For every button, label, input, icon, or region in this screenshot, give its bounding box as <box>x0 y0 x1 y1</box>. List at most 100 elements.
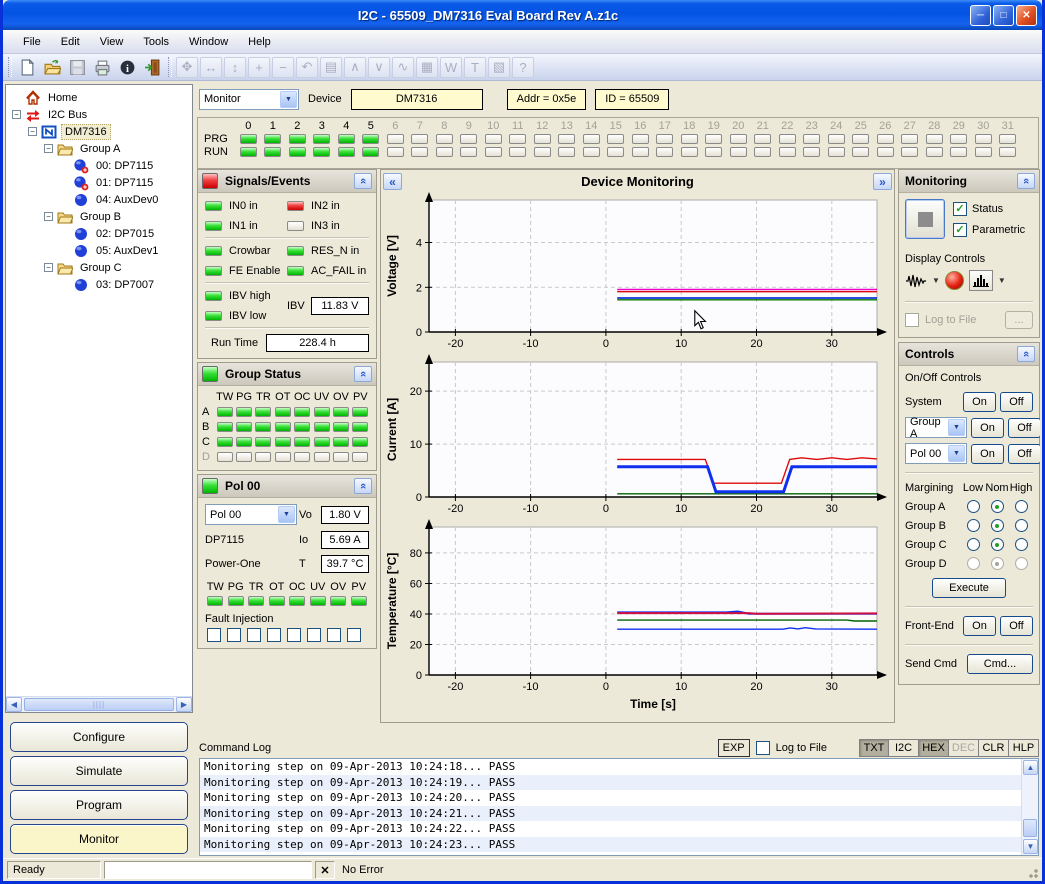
collapse-chevron-icon[interactable]: « <box>354 478 372 494</box>
group-d-nom-radio[interactable] <box>991 557 1004 570</box>
scroll-down-icon[interactable]: ▼ <box>1023 839 1038 854</box>
scroll-right-icon[interactable]: ▶ <box>176 697 192 712</box>
pol-00-select[interactable]: Pol 00▼ <box>905 443 967 464</box>
fault-injection-checkbox[interactable] <box>207 628 221 642</box>
group-c-low-radio[interactable] <box>967 538 980 551</box>
tree-item-03-dp7007[interactable]: 03: DP7007 <box>8 276 190 293</box>
copy-plot-icon[interactable]: ▧ <box>488 57 510 78</box>
zoom-out-icon[interactable]: − <box>272 57 294 78</box>
toolbar-grip[interactable] <box>168 57 172 77</box>
menu-edit[interactable]: Edit <box>51 33 90 51</box>
tree-item-group-b[interactable]: − Group B <box>8 208 190 225</box>
toolbar-grip[interactable] <box>8 57 12 77</box>
log-txt-button[interactable]: TXT <box>859 739 889 757</box>
log-vertical-scrollbar[interactable]: ▲ ▼ <box>1021 759 1038 855</box>
grid-icon[interactable]: ▦ <box>416 57 438 78</box>
menu-window[interactable]: Window <box>179 33 238 51</box>
histogram-style-button[interactable] <box>969 270 993 291</box>
system-on-button[interactable]: On <box>963 392 996 412</box>
clear-error-icon[interactable]: ✕ <box>315 861 335 879</box>
marker-w-icon[interactable]: W <box>440 57 462 78</box>
tree-expander-icon[interactable]: − <box>28 127 37 136</box>
group-b-high-radio[interactable] <box>1015 519 1028 532</box>
nav-monitor-button[interactable]: Monitor <box>10 824 188 854</box>
pol-00-on-button[interactable]: On <box>971 444 1004 464</box>
tree-item-05-auxdev1[interactable]: 05: AuxDev1 <box>8 242 190 259</box>
fault-injection-checkbox[interactable] <box>267 628 281 642</box>
chevron-down-icon[interactable]: ▼ <box>948 445 965 462</box>
log-hex-button[interactable]: HEX <box>919 739 949 757</box>
tree-horizontal-scrollbar[interactable]: ◀ |||| ▶ <box>6 696 192 712</box>
group-b-nom-radio[interactable] <box>991 519 1004 532</box>
open-file-icon[interactable] <box>41 56 64 79</box>
group-a-high-radio[interactable] <box>1015 500 1028 513</box>
tree-item-dm7316[interactable]: − DM7316 <box>8 123 190 140</box>
chevron-down-icon[interactable]: ▼ <box>278 506 295 523</box>
zoom-vertical-icon[interactable]: ↕ <box>224 57 246 78</box>
title-bar[interactable]: I2C - 65509_DM7316 Eval Board Rev A.z1c … <box>3 0 1042 30</box>
zoom-horizontal-icon[interactable]: ↔ <box>200 57 222 78</box>
group-b-low-radio[interactable] <box>967 519 980 532</box>
collapse-chevron-icon[interactable]: « <box>354 173 372 189</box>
export-button[interactable]: EXP <box>718 739 750 757</box>
front-end-off-button[interactable]: Off <box>1000 616 1033 636</box>
group-a-off-button[interactable]: Off <box>1008 418 1040 438</box>
tree-item-04-auxdev0[interactable]: 04: AuxDev0 <box>8 191 190 208</box>
tree-item-group-c[interactable]: − Group C <box>8 259 190 276</box>
log-to-file-checkbox[interactable] <box>756 741 770 755</box>
collapse-chevron-icon[interactable]: « <box>354 366 372 382</box>
send-cmd-button[interactable]: Cmd... <box>967 654 1033 674</box>
fault-injection-checkbox[interactable] <box>227 628 241 642</box>
save-file-icon[interactable] <box>66 56 89 79</box>
parametric-checkbox[interactable]: ✓ <box>953 223 967 237</box>
pol-select[interactable]: Pol 00 ▼ <box>205 504 297 525</box>
print-icon[interactable] <box>91 56 114 79</box>
new-file-icon[interactable] <box>16 56 39 79</box>
nav-program-button[interactable]: Program <box>10 790 188 820</box>
zoom-in-icon[interactable]: + <box>248 57 270 78</box>
scroll-thumb[interactable]: |||| <box>24 698 174 711</box>
tree-item-group-a[interactable]: − Group A <box>8 140 190 157</box>
chevron-down-icon[interactable]: ▼ <box>998 276 1006 285</box>
nav-simulate-button[interactable]: Simulate <box>10 756 188 786</box>
minimize-button[interactable]: ─ <box>970 5 991 26</box>
stop-monitoring-button[interactable] <box>905 199 945 239</box>
group-c-nom-radio[interactable] <box>991 538 1004 551</box>
waveform-style-icon[interactable] <box>905 274 927 288</box>
nav-configure-button[interactable]: Configure <box>10 722 188 752</box>
collapse-chevron-icon[interactable]: « <box>1017 346 1035 362</box>
tree-item-01-dp7115[interactable]: 01: DP7115 <box>8 174 190 191</box>
system-off-button[interactable]: Off <box>1000 392 1033 412</box>
log-hlp-button[interactable]: HLP <box>1009 739 1039 757</box>
menu-tools[interactable]: Tools <box>133 33 179 51</box>
monitor-log-checkbox[interactable] <box>905 313 919 327</box>
tree-item-home[interactable]: Home <box>8 89 190 106</box>
group-a-low-radio[interactable] <box>967 500 980 513</box>
group-d-low-radio[interactable] <box>967 557 980 570</box>
menu-file[interactable]: File <box>13 33 51 51</box>
chevron-down-icon[interactable]: ▼ <box>948 419 965 436</box>
exit-icon[interactable] <box>141 56 164 79</box>
scroll-thumb[interactable] <box>1023 819 1037 837</box>
status-checkbox[interactable]: ✓ <box>953 202 967 216</box>
fault-injection-checkbox[interactable] <box>307 628 321 642</box>
record-led-icon[interactable] <box>945 271 964 290</box>
fault-injection-checkbox[interactable] <box>287 628 301 642</box>
scroll-left-chevron-icon[interactable]: « <box>383 173 402 190</box>
peak-max-icon[interactable]: ∧ <box>344 57 366 78</box>
log-clr-button[interactable]: CLR <box>979 739 1009 757</box>
group-a-on-button[interactable]: On <box>971 418 1004 438</box>
menu-view[interactable]: View <box>90 33 134 51</box>
maximize-button[interactable]: □ <box>993 5 1014 26</box>
tree-expander-icon[interactable]: − <box>12 110 21 119</box>
axes-setup-icon[interactable]: ▤ <box>320 57 342 78</box>
menu-help[interactable]: Help <box>238 33 281 51</box>
scroll-right-chevron-icon[interactable]: » <box>873 173 892 190</box>
pan-icon[interactable]: ✥ <box>176 57 198 78</box>
waveform-icon[interactable]: ∿ <box>392 57 414 78</box>
tree-item-00-dp7115[interactable]: 00: DP7115 <box>8 157 190 174</box>
resize-grip[interactable] <box>1027 867 1039 879</box>
group-a-nom-radio[interactable] <box>991 500 1004 513</box>
group-a-select[interactable]: Group A▼ <box>905 417 967 438</box>
info-icon[interactable]: i <box>116 56 139 79</box>
